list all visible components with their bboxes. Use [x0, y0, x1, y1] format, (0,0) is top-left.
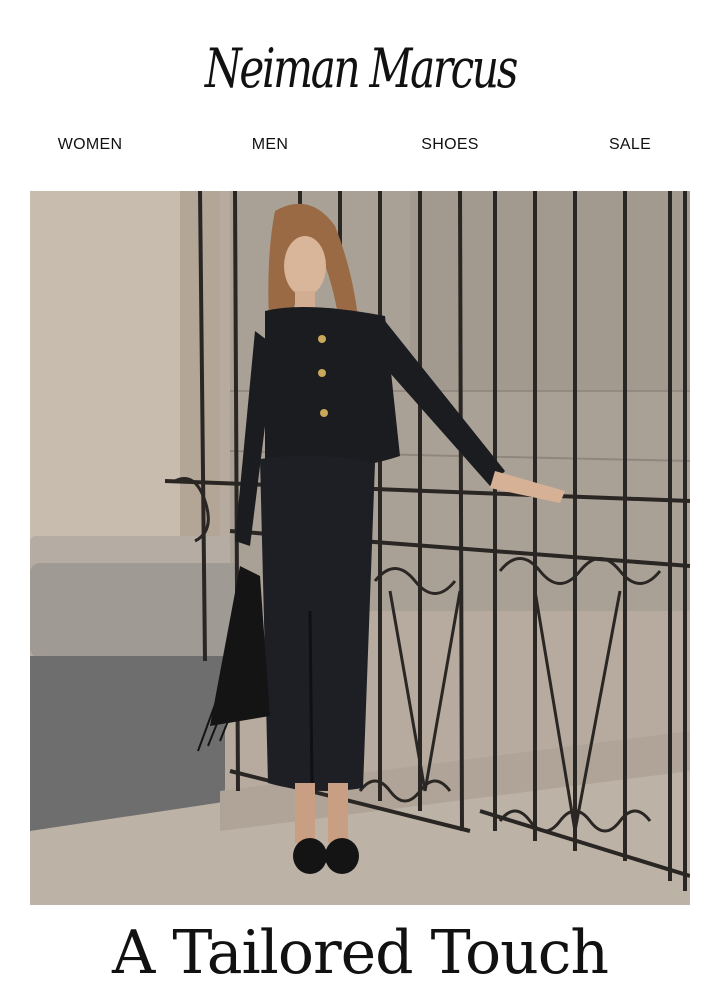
headline: A Tailored Touch	[0, 918, 720, 988]
hero-photo	[30, 191, 690, 905]
logo-wordmark: Neiman Marcus	[204, 37, 517, 100]
main-nav: WOMEN MEN SHOES SALE	[0, 136, 720, 156]
nav-women[interactable]: WOMEN	[58, 136, 123, 154]
hero-image[interactable]	[30, 191, 690, 905]
headline-text: A Tailored Touch	[111, 918, 609, 988]
nav-men[interactable]: MEN	[252, 136, 288, 154]
nav-sale[interactable]: SALE	[609, 136, 651, 154]
nav-shoes[interactable]: SHOES	[421, 136, 479, 154]
brand-logo[interactable]: Neiman Marcus	[0, 24, 720, 120]
